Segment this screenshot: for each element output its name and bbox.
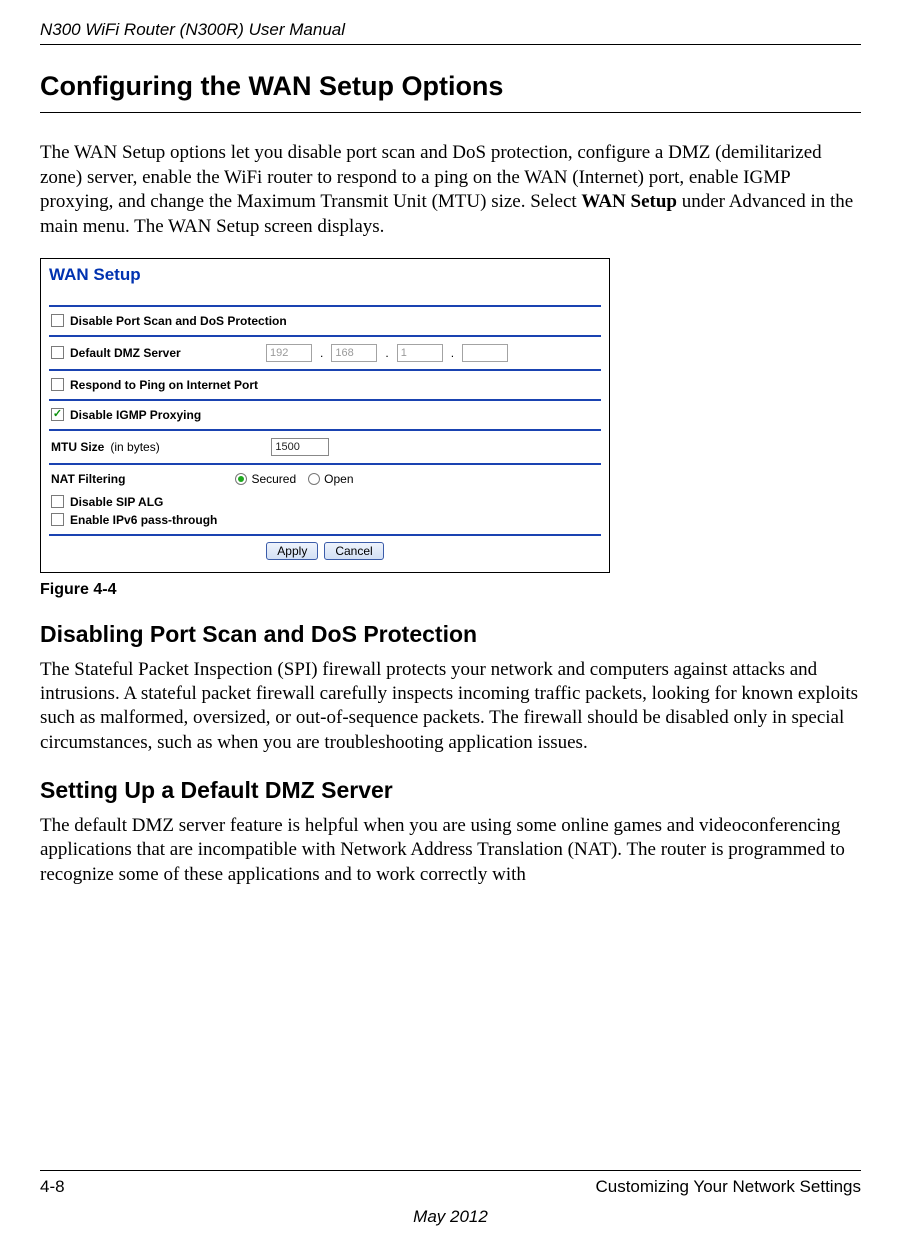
label-disable-sip: Disable SIP ALG <box>70 495 163 509</box>
checkbox-disable-igmp[interactable]: ✓ <box>51 408 64 421</box>
row-mtu: MTU Size (in bytes) <box>49 431 601 463</box>
row-disable-igmp: ✓ Disable IGMP Proxying <box>49 401 601 429</box>
label-nat-secured: Secured <box>251 472 296 486</box>
heading-spi: Disabling Port Scan and DoS Protection <box>40 621 861 648</box>
dmz-ip-octet-1[interactable] <box>266 344 312 362</box>
checkbox-disable-port-scan[interactable] <box>51 314 64 327</box>
intro-paragraph: The WAN Setup options let you disable po… <box>40 141 861 240</box>
row-nat-filtering: NAT Filtering Secured Open <box>49 465 601 493</box>
page-footer: 4-8 Customizing Your Network Settings Ma… <box>40 1170 861 1227</box>
figure-caption: Figure 4-4 <box>40 581 861 599</box>
radio-nat-open[interactable] <box>308 473 320 485</box>
dot-icon: . <box>451 346 454 360</box>
checkbox-enable-ipv6[interactable] <box>51 513 64 526</box>
footer-page-number: 4-8 <box>40 1177 65 1197</box>
checkbox-respond-ping[interactable] <box>51 378 64 391</box>
dot-icon: . <box>320 346 323 360</box>
checkbox-disable-sip[interactable] <box>51 495 64 508</box>
label-respond-ping: Respond to Ping on Internet Port <box>70 378 258 392</box>
row-enable-ipv6: Enable IPv6 pass-through <box>49 513 601 534</box>
dmz-ip-octet-2[interactable] <box>331 344 377 362</box>
apply-button[interactable]: Apply <box>266 542 318 560</box>
wan-setup-screenshot: WAN Setup Disable Port Scan and DoS Prot… <box>40 258 610 573</box>
document-header: N300 WiFi Router (N300R) User Manual <box>40 20 861 45</box>
heading-dmz: Setting Up a Default DMZ Server <box>40 777 861 804</box>
button-row: Apply Cancel <box>49 542 601 560</box>
footer-divider <box>40 1170 861 1171</box>
mtu-input[interactable] <box>271 438 329 456</box>
footer-chapter: Customizing Your Network Settings <box>595 1177 861 1197</box>
radio-nat-secured[interactable] <box>235 473 247 485</box>
label-enable-ipv6: Enable IPv6 pass-through <box>70 513 217 527</box>
dot-icon: . <box>385 346 388 360</box>
cancel-button[interactable]: Cancel <box>324 542 383 560</box>
label-mtu-thin: (in bytes) <box>110 440 265 454</box>
page-title: Configuring the WAN Setup Options <box>40 71 861 113</box>
paragraph-spi: The Stateful Packet Inspection (SPI) fir… <box>40 658 861 755</box>
label-mtu-bold: MTU Size <box>51 440 104 454</box>
intro-bold: WAN Setup <box>581 191 677 212</box>
label-dmz: Default DMZ Server <box>70 346 260 360</box>
paragraph-dmz: The default DMZ server feature is helpfu… <box>40 814 861 887</box>
row-disable-sip: Disable SIP ALG <box>49 493 601 513</box>
label-nat: NAT Filtering <box>51 472 125 486</box>
label-nat-open: Open <box>324 472 353 486</box>
dmz-ip-octet-3[interactable] <box>397 344 443 362</box>
label-disable-port-scan: Disable Port Scan and DoS Protection <box>70 314 287 328</box>
row-dmz: Default DMZ Server . . . <box>49 337 601 369</box>
row-respond-ping: Respond to Ping on Internet Port <box>49 371 601 399</box>
footer-date: May 2012 <box>40 1207 861 1227</box>
label-disable-igmp: Disable IGMP Proxying <box>70 408 201 422</box>
row-disable-port-scan: Disable Port Scan and DoS Protection <box>49 307 601 335</box>
dmz-ip-octet-4[interactable] <box>462 344 508 362</box>
divider <box>49 534 601 536</box>
screenshot-title: WAN Setup <box>49 265 601 285</box>
checkbox-dmz[interactable] <box>51 346 64 359</box>
